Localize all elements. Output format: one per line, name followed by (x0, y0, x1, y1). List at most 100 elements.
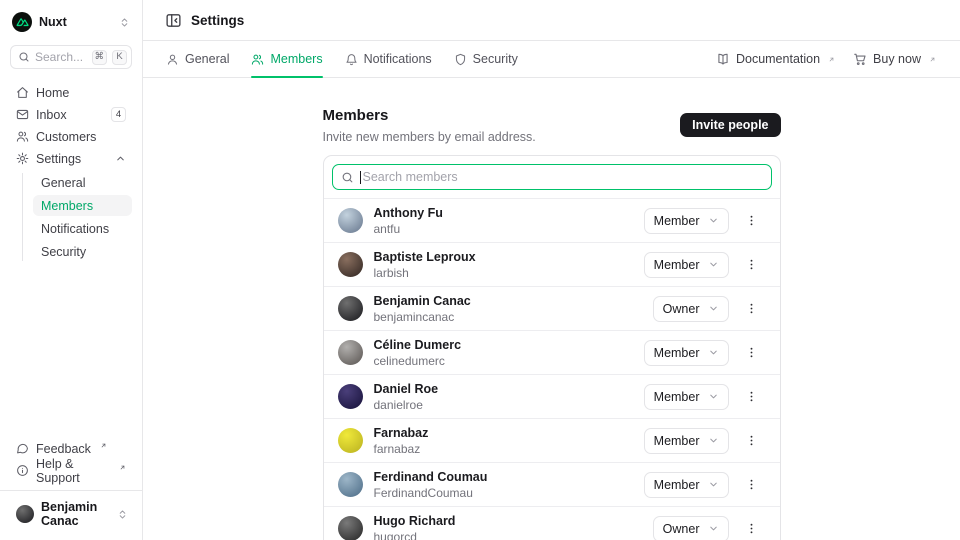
member-role-select[interactable]: Member (644, 472, 729, 498)
sidebar-item-members[interactable]: Members (33, 195, 132, 216)
chevron-down-icon (708, 215, 719, 226)
role-value: Member (654, 390, 700, 404)
page-title: Settings (191, 13, 244, 28)
sidebar-item-label: Home (36, 86, 69, 100)
member-name: Hugo Richard (374, 514, 456, 528)
sidebar: Nuxt Search... ⌘ K Home Inbox 4 Cust (0, 0, 143, 540)
page-header: Settings (143, 0, 960, 41)
sub-item-label: General (41, 176, 85, 190)
members-search-placeholder: Search members (363, 170, 458, 184)
search-placeholder: Search... (35, 50, 87, 64)
member-avatar (338, 428, 363, 453)
collapse-sidebar-button[interactable] (165, 12, 182, 29)
sidebar-item-settings[interactable]: Settings (10, 148, 132, 169)
tab-notifications[interactable]: Notifications (345, 41, 432, 77)
help-support-link[interactable]: Help & Support (10, 460, 132, 481)
sidebar-item-customers[interactable]: Customers (10, 126, 132, 147)
member-actions-button[interactable] (742, 212, 761, 229)
documentation-link[interactable]: Documentation (716, 52, 835, 66)
chevron-down-icon (708, 479, 719, 490)
buy-now-link[interactable]: Buy now (853, 52, 936, 66)
member-actions-button[interactable] (742, 520, 761, 537)
chevron-down-icon (708, 391, 719, 402)
member-role-select[interactable]: Member (644, 428, 729, 454)
member-actions-button[interactable] (742, 300, 761, 317)
role-value: Member (654, 434, 700, 448)
tab-general[interactable]: General (166, 41, 229, 77)
tab-label: Members (270, 52, 322, 66)
tab-security[interactable]: Security (454, 41, 518, 77)
main-area: Settings General Members Notifications S… (143, 0, 960, 540)
member-avatar (338, 252, 363, 277)
shield-icon (454, 53, 467, 66)
member-role-select[interactable]: Member (644, 252, 729, 278)
member-name: Benjamin Canac (374, 294, 471, 308)
sidebar-search-input[interactable]: Search... ⌘ K (10, 45, 132, 69)
action-label: Documentation (736, 52, 820, 66)
member-name: Farnabaz (374, 426, 429, 440)
member-role-select[interactable]: Owner (653, 296, 729, 322)
members-search-wrapper: Search members (324, 156, 780, 198)
member-actions-button[interactable] (742, 256, 761, 273)
chevron-up-down-icon (117, 509, 128, 520)
member-role-select[interactable]: Owner (653, 516, 729, 540)
sidebar-item-home[interactable]: Home (10, 82, 132, 103)
chevron-down-icon (708, 347, 719, 358)
member-name: Céline Dumerc (374, 338, 462, 352)
section-subtitle: Invite new members by email address. (323, 130, 536, 144)
gear-icon (16, 152, 29, 165)
panel-left-close-icon (165, 12, 182, 29)
sub-item-label: Notifications (41, 222, 109, 236)
members-search-input[interactable]: Search members (332, 164, 772, 190)
search-icon (18, 51, 30, 63)
member-actions-button[interactable] (742, 476, 761, 493)
member-actions-button[interactable] (742, 432, 761, 449)
search-icon (341, 171, 354, 184)
workspace-switcher[interactable]: Nuxt (12, 11, 130, 33)
role-value: Member (654, 346, 700, 360)
member-name: Ferdinand Coumau (374, 470, 488, 484)
tab-members[interactable]: Members (251, 41, 322, 77)
header-actions: Documentation Buy now (716, 52, 936, 66)
bell-icon (345, 53, 358, 66)
sidebar-item-notifications[interactable]: Notifications (33, 218, 132, 239)
member-actions-button[interactable] (742, 388, 761, 405)
role-value: Owner (663, 522, 700, 536)
invite-people-button[interactable]: Invite people (680, 113, 780, 137)
external-link-icon (119, 464, 126, 471)
user-menu[interactable]: Benjamin Canac (10, 492, 132, 530)
settings-subnav: General Members Notifications Security (10, 171, 132, 263)
member-row: Ferdinand CoumauFerdinandCoumau Member (324, 462, 780, 506)
users-icon (16, 130, 29, 143)
member-avatar (338, 296, 363, 321)
role-value: Member (654, 258, 700, 272)
member-avatar (338, 472, 363, 497)
user-avatar (16, 505, 34, 523)
sub-item-label: Security (41, 245, 86, 259)
sidebar-item-security[interactable]: Security (33, 241, 132, 262)
chevron-down-icon (708, 259, 719, 270)
member-username: hugorcd (374, 530, 456, 540)
sidebar-item-label: Customers (36, 130, 96, 144)
chevron-down-icon (708, 303, 719, 314)
member-avatar (338, 340, 363, 365)
role-value: Member (654, 478, 700, 492)
member-role-select[interactable]: Member (644, 384, 729, 410)
members-section-header: Members Invite new members by email addr… (323, 107, 781, 144)
member-username: celinedumerc (374, 354, 462, 368)
external-link-icon (100, 442, 107, 449)
role-value: Owner (663, 302, 700, 316)
sidebar-item-label: Settings (36, 152, 81, 166)
home-icon (16, 86, 29, 99)
sidebar-item-inbox[interactable]: Inbox 4 (10, 104, 132, 125)
chevron-down-icon (708, 435, 719, 446)
sidebar-item-general[interactable]: General (33, 172, 132, 193)
member-role-select[interactable]: Member (644, 208, 729, 234)
tab-label: General (185, 52, 229, 66)
sub-item-label: Members (41, 199, 93, 213)
member-actions-button[interactable] (742, 344, 761, 361)
member-role-select[interactable]: Member (644, 340, 729, 366)
members-panel: Search members Anthony Fuantfu Member Ba… (323, 155, 781, 540)
book-open-icon (716, 52, 730, 66)
member-username: larbish (374, 266, 476, 280)
